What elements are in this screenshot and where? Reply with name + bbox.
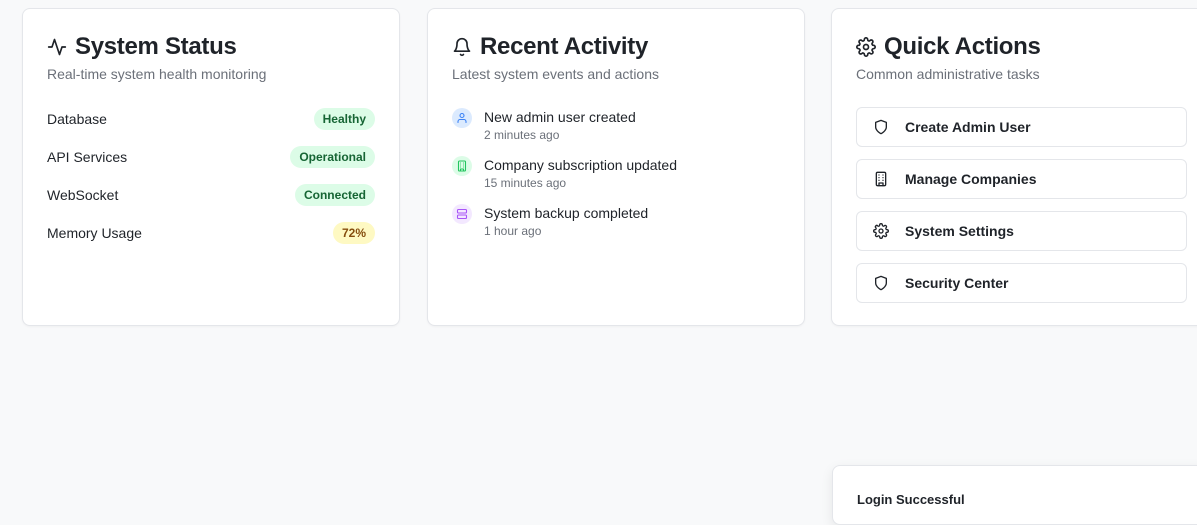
gear-icon — [873, 223, 889, 239]
status-label: Database — [47, 111, 107, 127]
system-status-header: System Status Real-time system health mo… — [47, 33, 375, 82]
create-admin-user-button[interactable]: Create Admin User — [856, 107, 1187, 147]
building-icon — [873, 171, 889, 187]
system-status-card: System Status Real-time system health mo… — [22, 8, 400, 326]
activity-time: 1 hour ago — [484, 224, 542, 238]
status-row-memory-usage: Memory Usage 72% — [47, 221, 375, 245]
manage-companies-button[interactable]: Manage Companies — [856, 159, 1187, 199]
status-row-websocket: WebSocket Connected — [47, 183, 375, 207]
login-toast[interactable]: Login Successful — [832, 465, 1197, 525]
status-list: Database Healthy API Services Operationa… — [47, 107, 375, 259]
system-settings-button[interactable]: System Settings — [856, 211, 1187, 251]
quick-actions-title: Quick Actions — [884, 33, 1041, 60]
activity-item: Company subscription updated 15 minutes … — [452, 156, 780, 204]
action-list: Create Admin User Manage Companies Syste… — [856, 107, 1187, 315]
status-badge: 72% — [332, 222, 375, 244]
action-label: System Settings — [905, 223, 1014, 239]
activity-item: New admin user created 2 minutes ago — [452, 108, 780, 156]
gear-icon — [856, 37, 876, 57]
status-badge: Connected — [294, 184, 375, 206]
quick-actions-card: Quick Actions Common administrative task… — [831, 8, 1197, 326]
shield-icon — [873, 119, 889, 135]
building-icon — [452, 156, 472, 176]
activity-time: 15 minutes ago — [484, 176, 567, 190]
recent-activity-card: Recent Activity Latest system events and… — [427, 8, 805, 326]
system-status-subtitle: Real-time system health monitoring — [47, 66, 267, 82]
shield-icon — [873, 275, 889, 291]
status-row-api-services: API Services Operational — [47, 145, 375, 169]
status-row-database: Database Healthy — [47, 107, 375, 131]
server-icon — [452, 204, 472, 224]
activity-text: New admin user created — [484, 109, 636, 125]
status-label: API Services — [47, 149, 128, 165]
activity-text: Company subscription updated — [484, 157, 678, 173]
action-label: Security Center — [905, 275, 1009, 291]
activity-item: System backup completed 1 hour ago — [452, 204, 780, 252]
recent-activity-header: Recent Activity Latest system events and… — [452, 33, 780, 82]
action-label: Manage Companies — [905, 171, 1037, 187]
quick-actions-header: Quick Actions Common administrative task… — [856, 33, 1186, 82]
status-label: WebSocket — [47, 187, 119, 203]
quick-actions-subtitle: Common administrative tasks — [856, 66, 1040, 82]
system-status-title: System Status — [75, 33, 237, 60]
user-icon — [452, 108, 472, 128]
action-label: Create Admin User — [905, 119, 1031, 135]
security-center-button[interactable]: Security Center — [856, 263, 1187, 303]
recent-activity-subtitle: Latest system events and actions — [452, 66, 659, 82]
status-badge: Operational — [290, 146, 375, 168]
bell-icon — [452, 37, 472, 57]
recent-activity-title: Recent Activity — [480, 33, 649, 60]
status-label: Memory Usage — [47, 225, 142, 241]
activity-time: 2 minutes ago — [484, 128, 560, 142]
activity-list: New admin user created 2 minutes ago Com… — [452, 108, 780, 252]
status-badge: Healthy — [313, 108, 375, 130]
activity-text: System backup completed — [484, 205, 649, 221]
activity-icon — [47, 37, 67, 57]
